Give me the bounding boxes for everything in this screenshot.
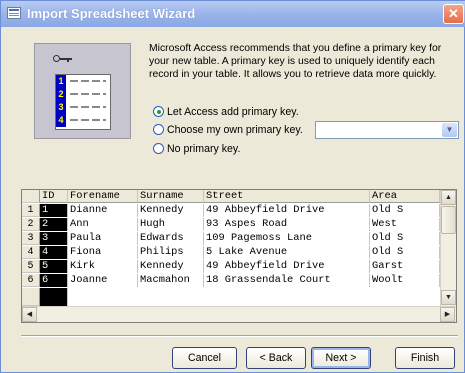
radio-button-selected[interactable] (153, 106, 164, 117)
back-button[interactable]: < Back (246, 347, 306, 369)
grid-cell: Edwards (138, 232, 204, 245)
grid-cell: 49 Abbeyfield Drive (204, 204, 370, 217)
grid-cell: Kennedy (138, 204, 204, 217)
horizontal-scrollbar[interactable]: ◀ ▶ (22, 306, 456, 322)
grid-cell: 3 (40, 232, 68, 245)
mini-key-cell: 4 (56, 114, 66, 127)
row-number: 5 (22, 260, 40, 273)
grid-cell: 4 (40, 246, 68, 259)
grid-cell: Kirk (68, 260, 138, 273)
primary-key-illustration: 1 2 3 4 (34, 43, 131, 139)
option-label: Let Access add primary key. (167, 106, 299, 118)
radio-button[interactable] (153, 143, 164, 154)
grid-cell: Ann (68, 218, 138, 231)
row-number: 2 (22, 218, 40, 231)
sample-table-icon: 1 2 3 4 (55, 74, 111, 130)
grid-cell: West (370, 218, 440, 231)
row-number: 1 (22, 204, 40, 217)
grid-cell: 93 Aspes Road (204, 218, 370, 231)
cancel-button[interactable]: Cancel (172, 347, 237, 369)
option-label: No primary key. (167, 143, 241, 155)
mini-key-cell: 3 (56, 101, 66, 114)
next-button[interactable]: Next > (311, 347, 371, 369)
column-header[interactable]: Street (204, 190, 370, 203)
grid-cell: 109 Pagemoss Lane (204, 232, 370, 245)
finish-button[interactable]: Finish (395, 347, 455, 369)
grid-cell: Woolt (370, 274, 440, 287)
grid-cell: 5 Lake Avenue (204, 246, 370, 259)
option-label: Choose my own primary key. (167, 124, 303, 136)
scroll-right-icon[interactable]: ▶ (440, 307, 455, 322)
grid-cell: Garst (370, 260, 440, 273)
data-preview-grid[interactable]: ID Forename Surname Street Area 1 1 Dian… (21, 189, 457, 323)
vertical-scroll-thumb[interactable] (441, 206, 456, 234)
key-icon (53, 55, 73, 63)
mini-key-cell: 1 (56, 75, 66, 88)
column-header[interactable]: Area (370, 190, 440, 203)
grid-cell: 49 Abbeyfield Drive (204, 260, 370, 273)
column-header[interactable]: Forename (68, 190, 138, 203)
grid-cell: 18 Grassendale Court (204, 274, 370, 287)
row-number: 3 (22, 232, 40, 245)
primary-key-combo[interactable]: ▼ (315, 121, 459, 139)
grid-cell: Old S (370, 204, 440, 217)
radio-button[interactable] (153, 124, 164, 135)
grid-cell: Hugh (138, 218, 204, 231)
scroll-up-icon[interactable]: ▲ (441, 190, 456, 205)
window-title: Import Spreadsheet Wizard (27, 6, 196, 21)
chevron-down-icon[interactable]: ▼ (442, 123, 457, 137)
row-number: 4 (22, 246, 40, 259)
row-number: 6 (22, 274, 40, 287)
title-bar[interactable]: Import Spreadsheet Wizard ✕ (1, 1, 465, 27)
mini-key-cell: 2 (56, 88, 66, 101)
grid-cell: Paula (68, 232, 138, 245)
grid-cell: Macmahon (138, 274, 204, 287)
vertical-scrollbar[interactable]: ▲ ▼ (440, 190, 456, 306)
grid-corner (22, 190, 40, 203)
row-number-partial (22, 288, 40, 306)
grid-cell: Joanne (68, 274, 138, 287)
scroll-down-icon[interactable]: ▼ (441, 290, 456, 305)
grid-cell: Kennedy (138, 260, 204, 273)
wizard-description: Microsoft Access recommends that you def… (149, 43, 442, 80)
grid-cell: 6 (40, 274, 68, 287)
footer-divider (21, 335, 458, 337)
grid-cell: Old S (370, 232, 440, 245)
grid-cell: Old S (370, 246, 440, 259)
wizard-window: Import Spreadsheet Wizard ✕ 1 2 3 4 Micr… (0, 0, 465, 373)
grid-cell-partial (40, 288, 68, 306)
scroll-left-icon[interactable]: ◀ (22, 307, 37, 322)
grid-cell: Dianne (68, 204, 138, 217)
close-icon[interactable]: ✕ (443, 4, 464, 24)
column-header[interactable]: Surname (138, 190, 204, 203)
grid-cell: Fiona (68, 246, 138, 259)
column-header[interactable]: ID (40, 190, 68, 203)
grid-cell: 2 (40, 218, 68, 231)
grid-cell: Philips (138, 246, 204, 259)
grid-cell: 5 (40, 260, 68, 273)
wizard-app-icon (7, 7, 21, 19)
grid-cell: 1 (40, 204, 68, 217)
